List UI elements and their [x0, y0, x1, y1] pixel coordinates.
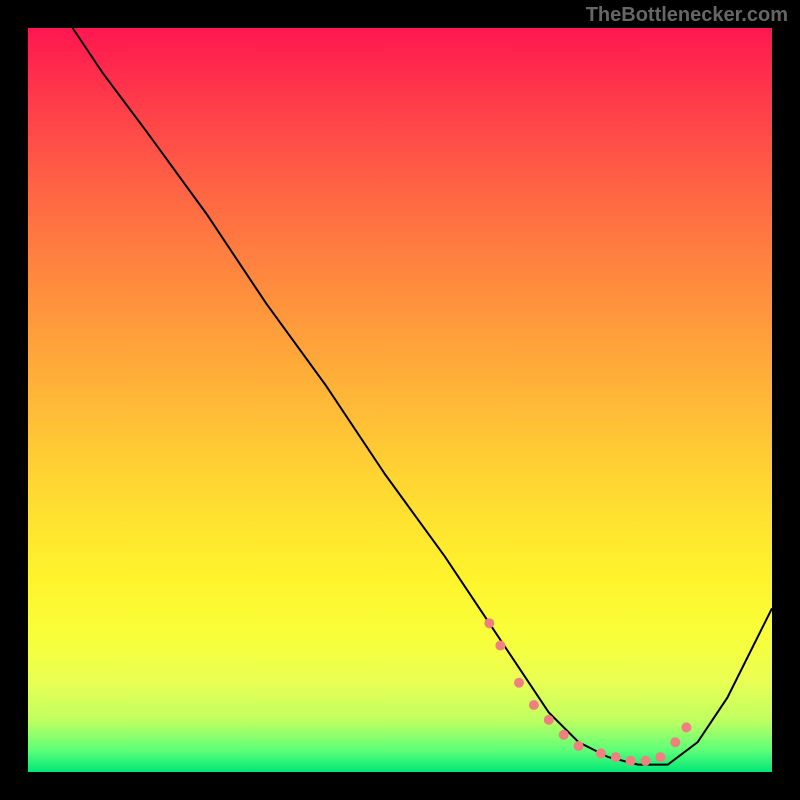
marker-dot [611, 752, 621, 762]
marker-dot [626, 756, 636, 766]
marker-dot [514, 678, 524, 688]
chart-svg [28, 28, 772, 772]
curve-markers [484, 618, 691, 766]
marker-dot [641, 756, 651, 766]
chart-plot-area [28, 28, 772, 772]
marker-dot [495, 641, 505, 651]
marker-dot [544, 715, 554, 725]
marker-dot [655, 752, 665, 762]
marker-dot [559, 730, 569, 740]
marker-dot [596, 748, 606, 758]
marker-dot [574, 741, 584, 751]
marker-dot [681, 722, 691, 732]
watermark-text: TheBottlenecker.com [586, 4, 788, 27]
bottleneck-curve [73, 28, 772, 765]
marker-dot [484, 618, 494, 628]
marker-dot [529, 700, 539, 710]
marker-dot [670, 737, 680, 747]
